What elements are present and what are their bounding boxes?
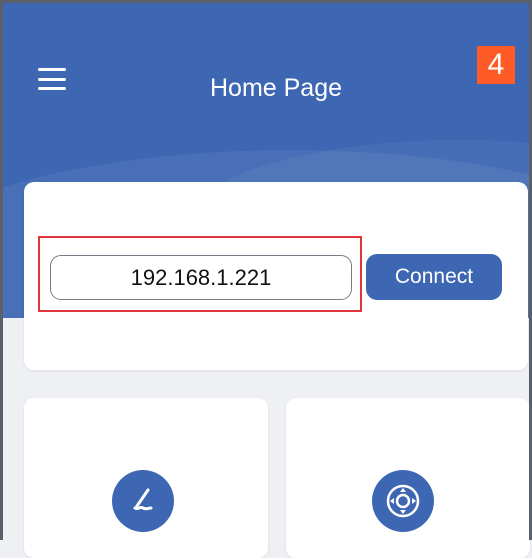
joystick-control-tile[interactable] bbox=[286, 398, 530, 558]
step-badge: 4 bbox=[477, 46, 515, 84]
connect-button[interactable]: Connect bbox=[366, 254, 502, 300]
joystick-control-icon bbox=[372, 470, 434, 532]
hamburger-menu-icon[interactable] bbox=[38, 68, 66, 90]
page-title: Home Page bbox=[209, 74, 343, 102]
annotation-highlight-box bbox=[38, 236, 362, 312]
draw-mode-tile[interactable] bbox=[24, 398, 268, 558]
pen-draw-icon bbox=[112, 470, 174, 532]
